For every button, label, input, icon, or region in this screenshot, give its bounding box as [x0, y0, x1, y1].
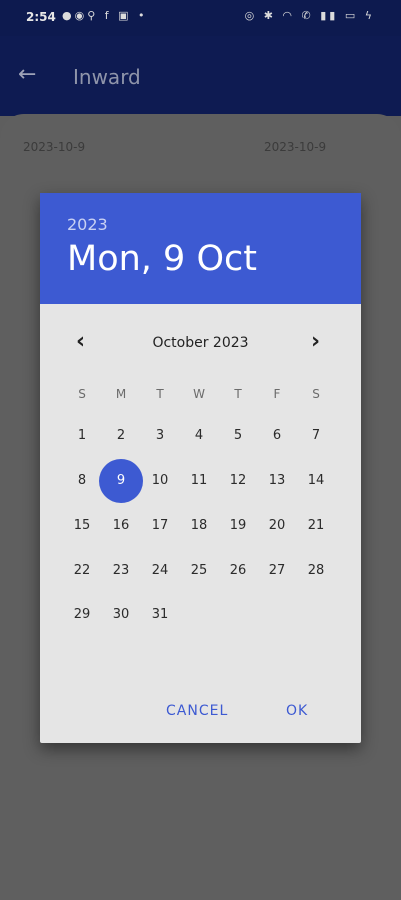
weekday-label: S: [312, 387, 320, 401]
ok-button[interactable]: OK: [286, 703, 308, 719]
calendar-day[interactable]: 29: [62, 595, 102, 635]
calendar-day[interactable]: 1: [62, 416, 102, 456]
calendar-day[interactable]: 16: [101, 506, 141, 546]
selected-day[interactable]: 9: [99, 459, 143, 503]
calendar-day[interactable]: 27: [257, 551, 297, 591]
calendar-day[interactable]: 24: [140, 551, 180, 591]
header-selected-date: Mon, 9 Oct: [67, 239, 257, 279]
calendar-day[interactable]: 30: [101, 595, 141, 635]
page-title: Inward: [73, 65, 141, 89]
calendar-day[interactable]: 3: [140, 416, 180, 456]
calendar-day[interactable]: 26: [218, 551, 258, 591]
calendar-day[interactable]: 2: [101, 416, 141, 456]
calendar-day[interactable]: 28: [296, 551, 336, 591]
next-month-icon[interactable]: ›: [311, 329, 320, 354]
weekday-label: W: [193, 387, 205, 401]
calendar-day[interactable]: 5: [218, 416, 258, 456]
from-date-field[interactable]: 2023-10-9: [23, 140, 85, 154]
calendar-day[interactable]: 20: [257, 506, 297, 546]
weekday-label: T: [156, 387, 164, 401]
date-picker-header: 2023 Mon, 9 Oct: [40, 193, 361, 304]
status-bar: 2:54 ●◉⚲ f ▣ • ◎ ✱ ◠ ✆ ▮▮ ▭ ϟ: [0, 0, 401, 36]
weekday-label: M: [115, 387, 127, 401]
calendar-day[interactable]: 13: [257, 461, 297, 501]
calendar-day[interactable]: 22: [62, 551, 102, 591]
weekday-label: S: [78, 387, 86, 401]
back-arrow-icon[interactable]: ←: [18, 62, 36, 87]
calendar-day[interactable]: 25: [179, 551, 219, 591]
calendar-day[interactable]: 11: [179, 461, 219, 501]
cancel-button[interactable]: CANCEL: [166, 703, 228, 719]
calendar-day[interactable]: 18: [179, 506, 219, 546]
calendar-day[interactable]: 15: [62, 506, 102, 546]
calendar-day[interactable]: 12: [218, 461, 258, 501]
calendar-day[interactable]: 19: [218, 506, 258, 546]
header-year[interactable]: 2023: [67, 215, 108, 234]
calendar-day[interactable]: 10: [140, 461, 180, 501]
system-icons: ◎ ✱ ◠ ✆ ▮▮ ▭ ϟ: [244, 9, 375, 22]
calendar-day[interactable]: 8: [62, 461, 102, 501]
app-bar: ← Inward: [0, 36, 401, 116]
calendar-day[interactable]: 7: [296, 416, 336, 456]
calendar-day[interactable]: 21: [296, 506, 336, 546]
calendar-day[interactable]: 23: [101, 551, 141, 591]
weekday-label: F: [273, 387, 281, 401]
weekday-label: T: [234, 387, 242, 401]
notification-icons: ●◉⚲ f ▣ •: [62, 9, 148, 22]
date-picker-dialog: 2023 Mon, 9 Oct ‹ October 2023 › SMTWTFS…: [40, 193, 361, 743]
calendar-day[interactable]: 31: [140, 595, 180, 635]
calendar-day[interactable]: 17: [140, 506, 180, 546]
calendar-day[interactable]: 4: [179, 416, 219, 456]
calendar-day[interactable]: 6: [257, 416, 297, 456]
status-time: 2:54: [26, 10, 56, 24]
calendar-day[interactable]: 14: [296, 461, 336, 501]
to-date-field[interactable]: 2023-10-9: [264, 140, 326, 154]
